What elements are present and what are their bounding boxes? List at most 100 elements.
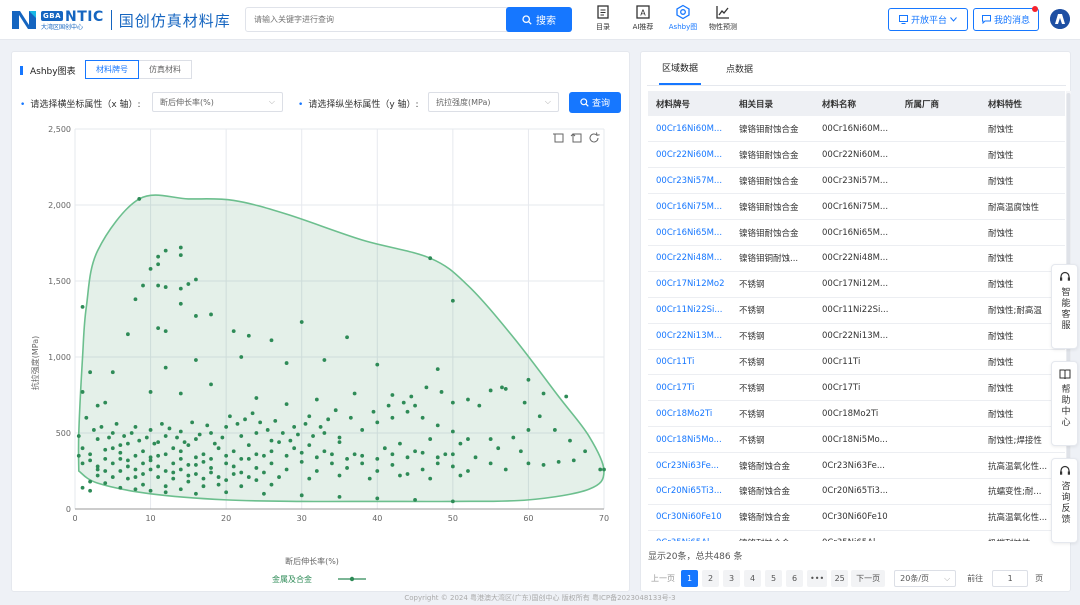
data-point[interactable] [133, 475, 138, 479]
data-point[interactable] [103, 469, 108, 473]
material-grade-link[interactable]: 0Cr30Ni60Fe10 [648, 504, 731, 531]
data-point[interactable] [375, 469, 380, 473]
data-point[interactable] [299, 493, 304, 498]
data-point[interactable] [231, 464, 236, 469]
data-point[interactable] [269, 438, 274, 443]
data-point[interactable] [405, 455, 410, 460]
data-point[interactable] [503, 387, 508, 391]
table-row[interactable]: 00Cr17Ni12Mo2 不锈钢 00Cr17Ni12M... 耐蚀性 [648, 271, 1065, 298]
data-point[interactable] [178, 391, 183, 396]
data-point[interactable] [518, 449, 523, 454]
data-point[interactable] [95, 467, 100, 472]
data-point[interactable] [182, 440, 187, 445]
data-point[interactable] [88, 370, 93, 375]
data-point[interactable] [239, 355, 244, 359]
page-button[interactable]: 2 [702, 570, 719, 587]
data-point[interactable] [352, 391, 357, 396]
data-point[interactable] [424, 385, 429, 390]
data-point[interactable] [311, 434, 315, 438]
data-point[interactable] [246, 443, 251, 448]
data-point[interactable] [466, 397, 470, 402]
data-point[interactable] [141, 461, 145, 466]
data-point[interactable] [420, 450, 425, 455]
data-point[interactable] [118, 450, 123, 455]
data-point[interactable] [522, 400, 527, 405]
data-point[interactable] [246, 333, 251, 338]
table-row[interactable]: 00Cr16Ni65M... 镍铬钼耐蚀合金 00Cr16Ni65M... 耐蚀性 [648, 219, 1065, 246]
data-point[interactable] [428, 476, 433, 481]
page-button[interactable]: 5 [765, 570, 782, 587]
data-point[interactable] [76, 434, 81, 438]
data-point[interactable] [450, 464, 455, 469]
tab-point-data[interactable]: 点数据 [723, 52, 756, 85]
data-point[interactable] [216, 446, 221, 451]
data-point[interactable] [194, 472, 198, 476]
nav-catalog[interactable]: 目录 [583, 4, 623, 32]
material-grade-link[interactable]: 0Cr23Ni63Fe... [648, 452, 731, 479]
data-point[interactable] [450, 499, 455, 504]
data-point[interactable] [318, 425, 323, 429]
data-point[interactable] [186, 479, 191, 484]
data-point[interactable] [284, 453, 289, 458]
data-point[interactable] [133, 453, 138, 458]
data-point[interactable] [511, 435, 516, 440]
open-platform-button[interactable]: 开放平台 [888, 8, 968, 31]
search-input[interactable] [246, 8, 496, 31]
goto-page-input[interactable]: 1 [992, 570, 1029, 587]
material-grade-link[interactable]: 0Cr20Ni65Ti3... [648, 478, 731, 505]
data-point[interactable] [526, 377, 531, 382]
data-point[interactable] [76, 453, 81, 458]
data-point[interactable] [254, 478, 259, 483]
data-point[interactable] [602, 467, 606, 472]
data-point[interactable] [390, 463, 395, 467]
data-point[interactable] [526, 428, 531, 432]
data-point[interactable] [466, 437, 470, 441]
table-row[interactable]: 0Cr35Ni65Al镍铬耐蚀合金0Cr35Ni65Al极端耐蚀性 [648, 530, 1065, 541]
data-point[interactable] [352, 452, 357, 457]
data-point[interactable] [148, 455, 153, 460]
data-point[interactable] [110, 475, 115, 479]
data-point[interactable] [375, 496, 380, 501]
data-point[interactable] [178, 286, 183, 291]
data-point[interactable] [163, 469, 168, 473]
data-point[interactable] [360, 453, 365, 458]
data-point[interactable] [118, 469, 123, 473]
data-point[interactable] [466, 469, 470, 473]
data-point[interactable] [439, 390, 444, 394]
data-point[interactable] [110, 431, 115, 435]
data-point[interactable] [95, 473, 100, 478]
data-point[interactable] [118, 485, 123, 490]
data-point[interactable] [178, 456, 183, 461]
data-point[interactable] [420, 415, 425, 420]
data-point[interactable] [118, 456, 123, 461]
data-point[interactable] [220, 435, 225, 440]
zoom-icon[interactable] [553, 133, 564, 143]
data-point[interactable] [254, 466, 259, 470]
data-point[interactable] [398, 441, 402, 446]
table-row[interactable]: 00Cr16Ni75M... 镍铬钼耐蚀合金 00Cr16Ni75M... 耐高温腐蚀… [648, 193, 1065, 221]
data-point[interactable] [129, 431, 134, 435]
table-row[interactable]: 00Cr11Ti 不锈钢 00Cr11Ti 耐蚀性 [648, 349, 1065, 376]
data-point[interactable] [171, 461, 176, 466]
data-point[interactable] [110, 370, 115, 375]
data-point[interactable] [126, 441, 130, 446]
page-button[interactable]: 4 [744, 570, 761, 587]
data-point[interactable] [178, 487, 183, 492]
search-button[interactable]: 搜索 [506, 7, 572, 32]
data-point[interactable] [413, 497, 417, 502]
data-point[interactable] [413, 403, 417, 408]
data-point[interactable] [178, 245, 183, 250]
data-point[interactable] [103, 481, 108, 486]
data-point[interactable] [333, 408, 338, 413]
data-point[interactable] [156, 453, 161, 458]
data-point[interactable] [303, 421, 308, 426]
data-point[interactable] [598, 467, 603, 472]
data-point[interactable] [126, 332, 130, 337]
data-point[interactable] [390, 452, 395, 457]
data-point[interactable] [137, 438, 142, 443]
data-point[interactable] [148, 467, 153, 472]
data-point[interactable] [194, 455, 198, 460]
chart-legend[interactable]: 金属及合金 [272, 574, 366, 584]
data-point[interactable] [322, 449, 327, 454]
data-point[interactable] [345, 456, 349, 461]
